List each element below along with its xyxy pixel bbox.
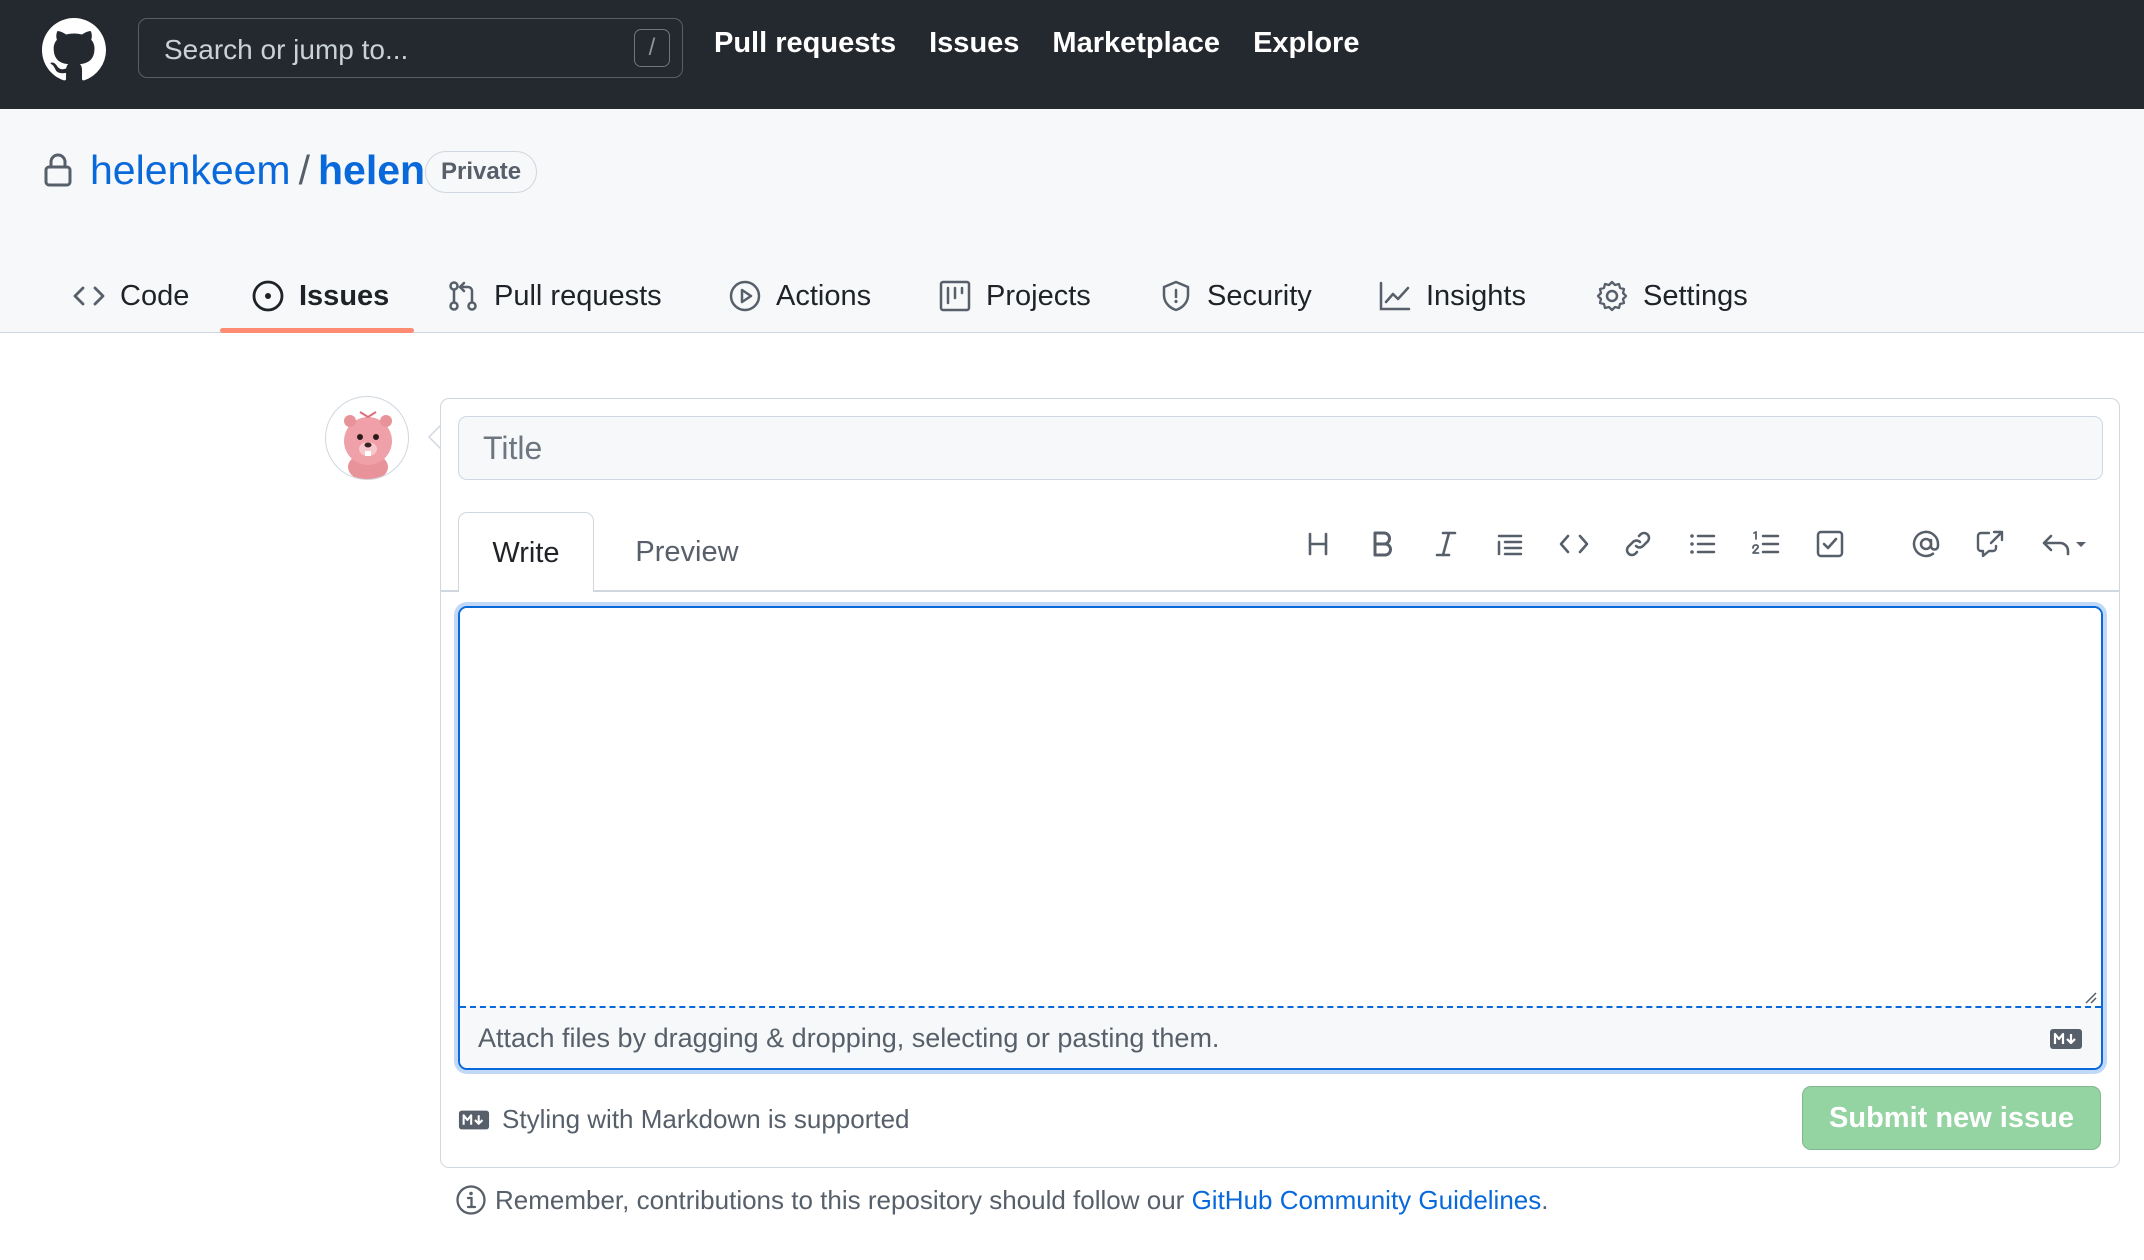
shield-icon: [1162, 280, 1190, 312]
nav-issues[interactable]: Issues: [929, 27, 1019, 60]
ordered-list-button[interactable]: [1746, 524, 1786, 564]
attach-files-text: Attach files by dragging & dropping, sel…: [478, 1023, 1220, 1053]
issue-body-editor: Attach files by dragging & dropping, sel…: [458, 606, 2103, 1070]
nav-explore[interactable]: Explore: [1253, 27, 1359, 60]
preview-tab[interactable]: Preview: [612, 512, 762, 592]
mention-button[interactable]: [1906, 524, 1946, 564]
git-pull-request-icon: [449, 281, 477, 311]
italic-button[interactable]: [1426, 524, 1466, 564]
guidelines-text: Remember, contributions to this reposito…: [495, 1184, 1192, 1215]
tab-label: Code: [120, 279, 190, 312]
global-header: Search or jump to... / Pull requests Iss…: [0, 0, 2144, 109]
heading-icon: [1308, 532, 1328, 556]
search-input[interactable]: Search or jump to... /: [138, 18, 683, 78]
link-button[interactable]: [1618, 524, 1658, 564]
graph-icon: [1379, 281, 1411, 311]
issue-body-textarea[interactable]: [460, 608, 2101, 1006]
tab-label: Security: [1207, 279, 1312, 312]
tab-security[interactable]: Security: [1159, 259, 1312, 333]
repo-separator: /: [298, 147, 310, 193]
nav-marketplace[interactable]: Marketplace: [1052, 27, 1220, 60]
tab-label: Pull requests: [494, 279, 662, 312]
file-attachment-bar[interactable]: Attach files by dragging & dropping, sel…: [460, 1006, 2101, 1068]
community-guidelines-note: Remember, contributions to this reposito…: [455, 1184, 1549, 1216]
gear-icon: [1596, 280, 1628, 312]
tab-insights[interactable]: Insights: [1378, 259, 1526, 333]
project-icon: [939, 280, 971, 312]
repo-owner-link[interactable]: helenkeem: [90, 147, 291, 194]
repo-name-link[interactable]: helen: [318, 147, 425, 194]
tab-label: Insights: [1426, 279, 1526, 312]
saved-replies-button[interactable]: [2034, 524, 2094, 564]
play-icon: [729, 280, 761, 312]
markdown-icon: [458, 1110, 490, 1129]
quote-button[interactable]: [1490, 524, 1530, 564]
markdown-icon: [2050, 1029, 2082, 1049]
issue-title-input[interactable]: [458, 416, 2103, 480]
italic-icon: [1435, 531, 1457, 557]
tab-issues[interactable]: Issues: [251, 259, 389, 333]
link-icon: [1625, 531, 1651, 557]
community-guidelines-link[interactable]: GitHub Community Guidelines: [1192, 1185, 1542, 1215]
quote-icon: [1497, 534, 1523, 556]
tab-pull-requests[interactable]: Pull requests: [446, 259, 662, 333]
tab-label: Issues: [299, 279, 390, 312]
repo-title: helenkeem / helen: [90, 147, 425, 194]
cross-reference-icon: [1976, 530, 2004, 558]
heading-button[interactable]: [1298, 524, 1338, 564]
code-button[interactable]: [1554, 524, 1594, 564]
markdown-note-text: Styling with Markdown is supported: [502, 1104, 910, 1134]
submit-new-issue-button[interactable]: Submit new issue: [1802, 1086, 2101, 1150]
tab-projects[interactable]: Projects: [938, 259, 1091, 333]
tab-settings[interactable]: Settings: [1595, 259, 1748, 333]
resize-handle-icon[interactable]: [2081, 988, 2097, 1004]
info-icon: [456, 1185, 486, 1215]
lock-icon: [44, 153, 72, 187]
mention-icon: [1912, 530, 1940, 558]
selected-tab-underline: [220, 328, 414, 333]
issue-opened-icon: [252, 280, 284, 312]
avatar[interactable]: [325, 396, 409, 480]
nav-pull-requests[interactable]: Pull requests: [714, 27, 896, 60]
tasklist-icon: [1816, 530, 1844, 558]
bold-icon: [1373, 531, 1392, 557]
repo-tabs: Code Issues Pull requests Actions Projec…: [0, 259, 2144, 333]
tab-code[interactable]: Code: [72, 259, 189, 333]
tab-actions[interactable]: Actions: [728, 259, 871, 333]
tasklist-button[interactable]: [1810, 524, 1850, 564]
markdown-support-note[interactable]: Styling with Markdown is supported: [458, 1104, 910, 1135]
bold-button[interactable]: [1362, 524, 1402, 564]
global-nav: Pull requests Issues Marketplace Explore: [714, 27, 1359, 60]
write-tab[interactable]: Write: [458, 512, 594, 592]
search-placeholder: Search or jump to...: [164, 34, 409, 65]
unordered-list-button[interactable]: [1682, 524, 1722, 564]
guidelines-period: .: [1541, 1184, 1549, 1215]
github-logo-icon[interactable]: [42, 18, 106, 82]
tab-label: Actions: [776, 279, 872, 312]
beaver-avatar-icon: [344, 411, 392, 479]
ordered-list-icon: [1752, 531, 1780, 554]
saved-replies-icon: [2042, 534, 2086, 556]
unordered-list-icon: [1690, 534, 1716, 554]
cross-reference-button[interactable]: [1970, 524, 2010, 564]
search-shortcut-key: /: [634, 29, 670, 67]
repo-header: helenkeem / helen Private Code Issues Pu…: [0, 109, 2144, 333]
code-icon: [73, 286, 105, 306]
tab-label: Settings: [1643, 279, 1748, 312]
code-icon: [1559, 534, 1589, 554]
visibility-badge: Private: [425, 151, 538, 193]
tab-label: Projects: [986, 279, 1091, 312]
